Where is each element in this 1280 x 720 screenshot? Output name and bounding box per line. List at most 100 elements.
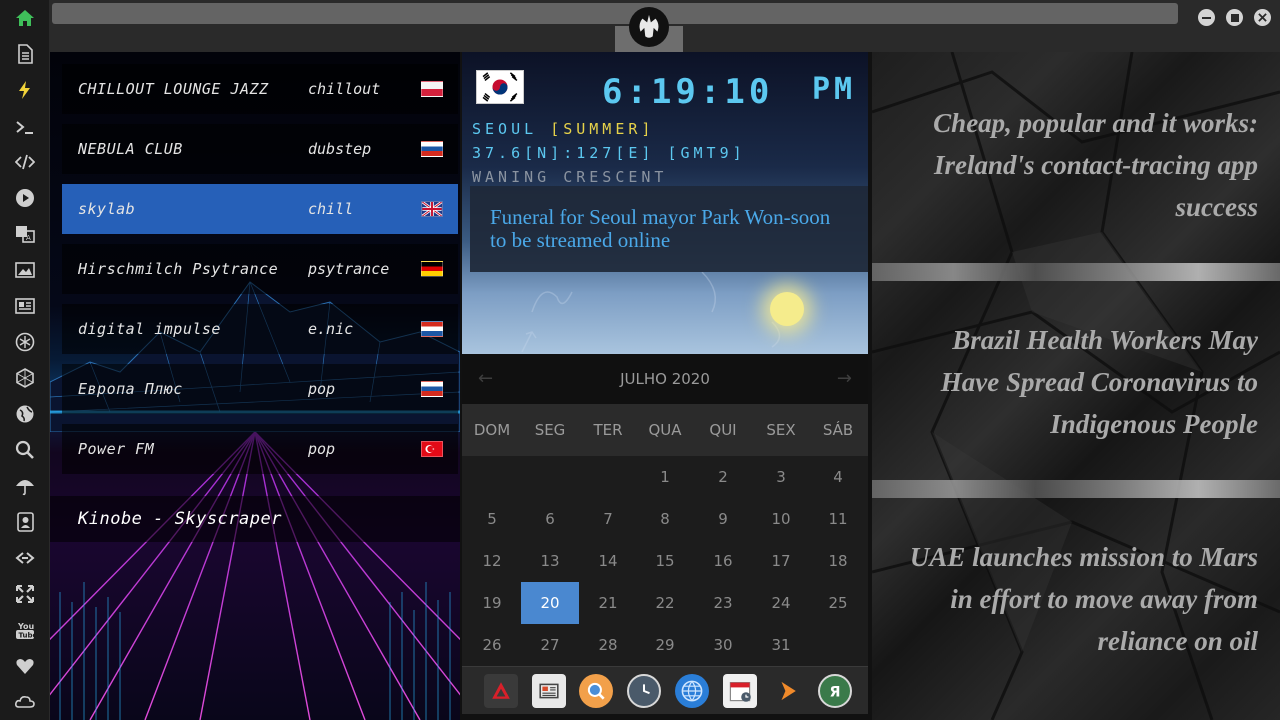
news-headline[interactable]: Brazil Health Workers May Have Spread Co… xyxy=(888,319,1258,445)
close-button[interactable] xyxy=(1254,9,1271,26)
flag-south-korea-icon xyxy=(476,70,524,104)
calendar-day[interactable]: 9 xyxy=(694,498,752,540)
calendar-day[interactable]: 18 xyxy=(809,540,867,582)
bolt-icon[interactable] xyxy=(12,77,38,103)
station-row[interactable]: Европа Плюс pop xyxy=(62,364,458,414)
browser-globe-icon[interactable] xyxy=(675,674,709,708)
location-line: SEOUL [SUMMER] xyxy=(472,120,654,138)
rebel-alliance-logo-icon xyxy=(629,7,669,47)
heart-icon[interactable] xyxy=(12,653,38,679)
location-city: SEOUL xyxy=(472,120,538,138)
home-icon[interactable] xyxy=(12,5,38,31)
magnifier-icon[interactable] xyxy=(579,674,613,708)
station-name: NEBULA CLUB xyxy=(78,140,183,158)
calendar-day[interactable]: 12 xyxy=(463,540,521,582)
calendar-day[interactable]: 30 xyxy=(694,624,752,666)
desktop: A You Tube CHILLOUT LOUNGE JAZZ chillout… xyxy=(0,0,1280,720)
calendar-day[interactable]: 14 xyxy=(579,540,637,582)
calendar-day[interactable]: 29 xyxy=(636,624,694,666)
news-panel: Cheap, popular and it works: Ireland's c… xyxy=(872,52,1280,720)
neon-grid xyxy=(50,432,460,720)
calendar-day[interactable]: 17 xyxy=(752,540,810,582)
youtube-icon[interactable]: You Tube xyxy=(12,617,38,643)
calendar-day[interactable]: 4 xyxy=(809,456,867,498)
calendar-day[interactable]: 16 xyxy=(694,540,752,582)
station-genre: psytrance xyxy=(308,260,390,278)
clock-ampm: PM xyxy=(812,72,857,107)
station-name: Power FM xyxy=(78,440,155,458)
forward-arrow-icon[interactable] xyxy=(771,674,805,708)
document-icon[interactable] xyxy=(12,41,38,67)
flag-russia-icon xyxy=(421,381,443,397)
station-genre: dubstep xyxy=(308,140,372,158)
calendar-day[interactable]: 13 xyxy=(521,540,579,582)
news-reader-icon[interactable] xyxy=(532,674,566,708)
hexagon-icon[interactable] xyxy=(12,365,38,391)
news-separator xyxy=(872,480,1280,498)
calendar-day[interactable]: 27 xyxy=(521,624,579,666)
rebel-icon[interactable] xyxy=(12,329,38,355)
next-month-button[interactable]: → xyxy=(837,368,852,389)
calendar-day[interactable]: 6 xyxy=(521,498,579,540)
newspaper-icon[interactable] xyxy=(12,293,38,319)
address-field[interactable] xyxy=(52,3,1178,24)
flag-russia-icon xyxy=(421,141,443,157)
prev-month-button[interactable]: ← xyxy=(478,368,493,389)
flag-croatia-icon xyxy=(421,321,443,337)
top-bar xyxy=(50,0,1280,52)
station-row[interactable]: digital impulse e.nic xyxy=(62,304,458,354)
weekday-label: SEG xyxy=(534,421,566,439)
calendar-day[interactable]: 19 xyxy=(463,582,521,624)
calendar-day[interactable]: 5 xyxy=(463,498,521,540)
headline-box[interactable]: Funeral for Seoul mayor Park Won-soon to… xyxy=(470,186,868,272)
svg-text:You: You xyxy=(17,622,35,631)
calendar-day[interactable]: 7 xyxy=(579,498,637,540)
calendar-app-icon[interactable] xyxy=(723,674,757,708)
station-genre: chill xyxy=(308,200,354,218)
calendar-day[interactable]: 11 xyxy=(809,498,867,540)
cloud-icon[interactable] xyxy=(12,689,38,715)
station-row[interactable]: NEBULA CLUB dubstep xyxy=(62,124,458,174)
play-icon[interactable] xyxy=(12,185,38,211)
now-playing-label: Kinobe - Skyscraper xyxy=(50,496,460,542)
calendar-day[interactable]: 8 xyxy=(636,498,694,540)
expand-icon[interactable] xyxy=(12,581,38,607)
translate-icon[interactable]: A xyxy=(12,221,38,247)
terminal-icon[interactable] xyxy=(12,114,38,140)
calendar-day[interactable]: 15 xyxy=(636,540,694,582)
globe-icon[interactable] xyxy=(12,401,38,427)
calendar-day[interactable]: 10 xyxy=(752,498,810,540)
calendar-day[interactable]: 31 xyxy=(752,624,810,666)
calendar-day[interactable]: 1 xyxy=(636,456,694,498)
calendar-day[interactable]: 28 xyxy=(579,624,637,666)
svg-text:Tube: Tube xyxy=(19,632,36,640)
calendar-day[interactable]: 24 xyxy=(752,582,810,624)
flag-germany-icon xyxy=(421,261,443,277)
calendar-day[interactable]: 25 xyxy=(809,582,867,624)
code-icon[interactable] xyxy=(12,149,38,175)
link-icon[interactable] xyxy=(12,545,38,571)
umbrella-icon[interactable] xyxy=(12,473,38,499)
news-headline[interactable]: Cheap, popular and it works: Ireland's c… xyxy=(888,102,1258,228)
contact-icon[interactable] xyxy=(12,509,38,535)
calendar-day[interactable]: 21 xyxy=(579,582,637,624)
yandex-icon[interactable]: Я xyxy=(818,674,852,708)
calendar-day[interactable]: 3 xyxy=(752,456,810,498)
adobe-reader-icon[interactable] xyxy=(484,674,518,708)
station-row[interactable]: CHILLOUT LOUNGE JAZZ chillout xyxy=(62,64,458,114)
calendar-day[interactable]: 26 xyxy=(463,624,521,666)
calendar-day[interactable]: 22 xyxy=(636,582,694,624)
station-row[interactable]: skylab chill xyxy=(62,184,458,234)
calendar-day-today[interactable]: 20 xyxy=(521,582,579,624)
calendar-day[interactable]: 23 xyxy=(694,582,752,624)
search-icon[interactable] xyxy=(12,437,38,463)
calendar-day[interactable]: 2 xyxy=(694,456,752,498)
image-icon[interactable] xyxy=(12,257,38,283)
station-row[interactable]: Power FM pop xyxy=(62,424,458,474)
minimize-button[interactable] xyxy=(1198,9,1215,26)
station-row[interactable]: Hirschmilch Psytrance psytrance xyxy=(62,244,458,294)
news-headline[interactable]: UAE launches mission to Mars in effort t… xyxy=(888,536,1258,662)
maximize-button[interactable] xyxy=(1226,9,1243,26)
weekday-label: SÁB xyxy=(822,421,854,439)
clock-icon[interactable] xyxy=(627,674,661,708)
